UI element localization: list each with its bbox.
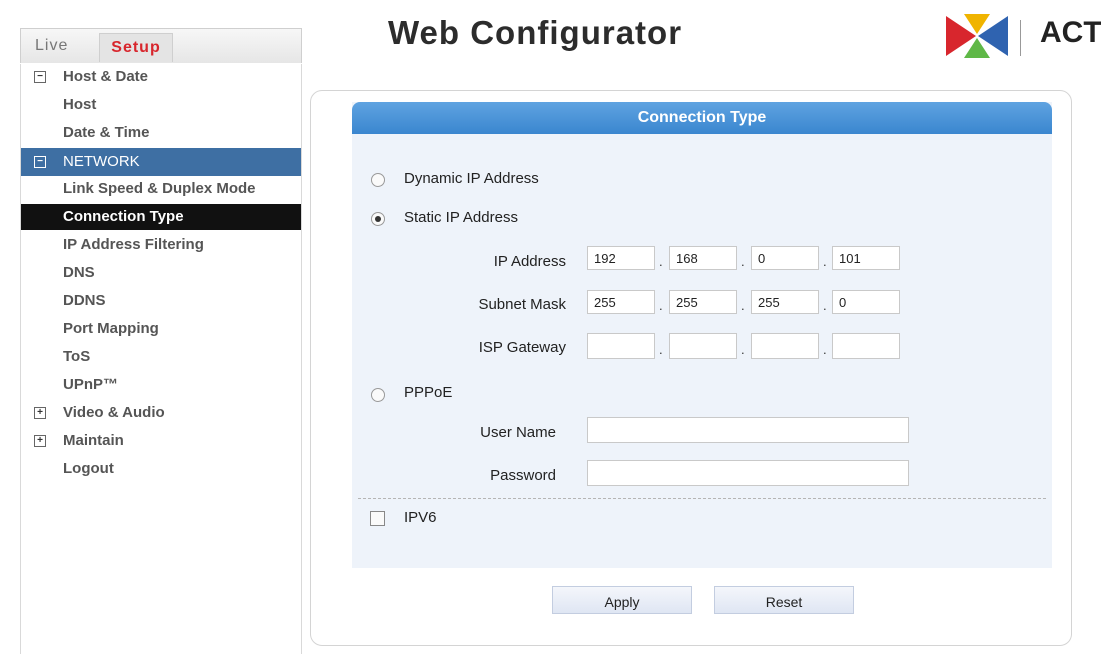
brand-name: ACT [1040,16,1101,49]
sidebar-item-logout[interactable]: Logout [21,456,301,482]
tab-setup[interactable]: Setup [99,33,173,62]
logo-separator [1020,20,1021,56]
sidebar-item-tos[interactable]: ToS [21,344,301,370]
octet-separator: . [659,342,663,357]
sidebar-item-connection-type[interactable]: Connection Type [21,204,301,230]
top-tab-bar: Live Setup [20,28,302,63]
username-label: User Name [480,424,556,441]
ip-octet-2[interactable] [669,246,737,270]
sidebar-item-label: NETWORK [63,153,140,170]
octet-separator: . [741,342,745,357]
sidebar-item-maintain[interactable]: + Maintain [21,428,301,454]
ip-octet-1[interactable] [587,246,655,270]
expand-icon[interactable]: + [34,407,46,419]
reset-button[interactable]: Reset [714,586,854,614]
section-title: Connection Type [352,102,1052,134]
octet-separator: . [741,254,745,269]
ipv6-checkbox[interactable] [370,511,385,526]
static-ip-radio[interactable] [371,212,385,226]
octet-separator: . [823,298,827,313]
sidebar-item-dns[interactable]: DNS [21,260,301,286]
ip-octet-4[interactable] [832,246,900,270]
sidebar-item-network[interactable]: − NETWORK [21,148,301,176]
isp-gateway-label: ISP Gateway [478,339,566,356]
dynamic-ip-label: Dynamic IP Address [404,170,539,187]
subnet-mask-label: Subnet Mask [478,296,566,313]
tab-live[interactable]: Live [35,37,68,55]
sidebar: − Host & Date Host Date & Time − NETWORK… [20,64,302,654]
octet-separator: . [741,298,745,313]
subnet-octet-1[interactable] [587,290,655,314]
static-ip-label: Static IP Address [404,209,518,226]
page-title: Web Configurator [388,14,683,51]
sidebar-item-link-speed[interactable]: Link Speed & Duplex Mode [21,176,301,202]
subnet-octet-2[interactable] [669,290,737,314]
sidebar-item-ddns[interactable]: DDNS [21,288,301,314]
sidebar-item-label: DDNS [63,292,106,309]
sidebar-item-date-time[interactable]: Date & Time [21,120,301,146]
octet-separator: . [659,254,663,269]
ip-address-label: IP Address [493,253,566,270]
subnet-octet-4[interactable] [832,290,900,314]
dynamic-ip-radio[interactable] [371,173,385,187]
octet-separator: . [823,254,827,269]
gateway-octet-3[interactable] [751,333,819,359]
sidebar-item-label: Host & Date [63,68,149,85]
sidebar-item-ip-filtering[interactable]: IP Address Filtering [21,232,301,258]
password-label: Password [490,467,556,484]
sidebar-item-port-mapping[interactable]: Port Mapping [21,316,301,342]
act-logo-icon [946,14,1008,58]
sidebar-item-label: UPnP™ [63,376,119,393]
sidebar-item-label: Maintain [63,432,124,449]
sidebar-item-label: DNS [63,264,95,281]
sidebar-item-label: Port Mapping [63,320,159,337]
apply-button[interactable]: Apply [552,586,692,614]
expand-icon[interactable]: + [34,435,46,447]
password-input[interactable] [587,460,909,486]
pppoe-radio[interactable] [371,388,385,402]
username-input[interactable] [587,417,909,443]
sidebar-item-label: Host [63,96,97,113]
sidebar-item-video-audio[interactable]: + Video & Audio [21,400,301,426]
sidebar-item-host-date[interactable]: − Host & Date [21,64,301,90]
ipv6-label: IPV6 [404,509,437,526]
sidebar-item-label: Logout [63,460,114,477]
sidebar-item-host[interactable]: Host [21,92,301,118]
sidebar-item-upnp[interactable]: UPnP™ [21,372,301,398]
ip-octet-3[interactable] [751,246,819,270]
gateway-octet-2[interactable] [669,333,737,359]
collapse-icon[interactable]: − [34,71,46,83]
collapse-icon[interactable]: − [34,156,46,168]
octet-separator: . [823,342,827,357]
section-divider [358,498,1046,499]
pppoe-label: PPPoE [404,384,453,401]
header: Live Setup Web Configurator ACT [0,0,1101,66]
sidebar-item-label: IP Address Filtering [63,236,204,253]
sidebar-item-label: Connection Type [63,208,184,225]
subnet-octet-3[interactable] [751,290,819,314]
sidebar-item-label: Link Speed & Duplex Mode [63,180,256,197]
gateway-octet-1[interactable] [587,333,655,359]
gateway-octet-4[interactable] [832,333,900,359]
octet-separator: . [659,298,663,313]
sidebar-item-label: ToS [63,348,91,365]
sidebar-item-label: Video & Audio [63,404,165,421]
sidebar-item-label: Date & Time [63,124,150,141]
